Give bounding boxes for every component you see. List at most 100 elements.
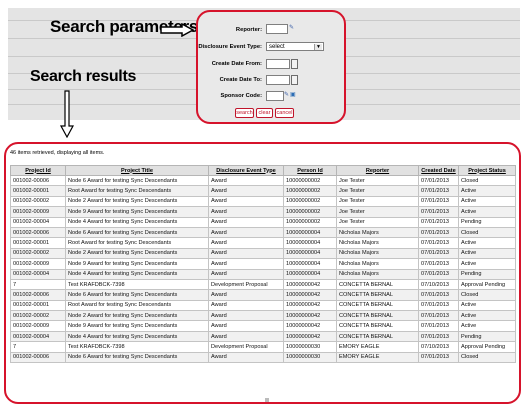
col-event-type-cell: Award [208,226,284,239]
col-event-type-header[interactable]: Disclosure Event Type [208,165,284,176]
table-row[interactable]: 7 Test KRAFDBCK-7398 Development Proposal 1… [10,341,516,353]
col-project-id-cell: 001002-00002 [10,195,66,208]
col-event-type-cell: Development Proposal [208,341,284,353]
col-created-date-header[interactable]: Created Date [418,165,459,176]
col-project-status-cell: Approval Pending [458,278,516,291]
event-type-select[interactable]: select ▼ [266,42,324,51]
col-person-id-cell: 10000000042 [283,299,337,312]
cancel-button[interactable]: cancel [275,108,294,118]
col-reporter-header[interactable]: Reporter [336,165,419,176]
col-reporter-cell: Joe Tester [336,206,419,218]
col-reporter-cell: Joe Tester [336,185,419,197]
col-project-id-cell: 001002-00009 [10,206,66,218]
col-reporter-cell: Joe Tester [336,216,419,228]
table-row[interactable]: 001002-00009 Node 9 Award for testing Syn… [10,258,516,270]
col-project-id-cell: 001002-00006 [10,289,66,301]
col-project-id-cell: 001002-00001 [10,237,66,249]
table-row[interactable]: 001002-00006 Node 6 Award for testing Syn… [10,174,516,187]
table-row[interactable]: 001002-00004 Node 4 Award for testing Syn… [10,268,516,280]
col-event-type-cell: Award [208,268,284,280]
table-row[interactable]: 001002-00002 Node 2 Award for testing Syn… [10,247,516,260]
lookup-icon[interactable]: ✎ [289,25,294,31]
table-row[interactable]: 001002-00001 Root Award for testing Sync … [10,185,516,197]
table-body: 001002-00006 Node 6 Award for testing Syn… [10,174,516,364]
table-row[interactable]: 001002-00006 Node 6 Award for testing Syn… [10,351,516,364]
col-project-status-cell: Pending [458,216,516,228]
table-row[interactable]: 001002-00001 Root Award for testing Sync … [10,237,516,249]
col-project-title-cell: Node 2 Award for testing Sync Descendant… [65,310,209,322]
clear-button[interactable]: clear [256,108,273,118]
col-project-title-cell: Node 2 Award for testing Sync Descendant… [65,247,209,260]
col-reporter-cell: Nicholas Majors [336,237,419,249]
table-row[interactable]: 001002-00006 Node 6 Award for testing Syn… [10,226,516,239]
col-reporter-cell: Nicholas Majors [336,258,419,270]
col-project-status-cell: Active [458,195,516,208]
col-project-status-cell: Active [458,258,516,270]
sponsor-code-input[interactable] [266,91,284,101]
col-created-date-cell: 07/01/2013 [418,299,459,312]
table-row[interactable]: 001002-00009 Node 9 Award for testing Syn… [10,206,516,218]
table-row[interactable]: 001002-00006 Node 6 Award for testing Syn… [10,289,516,301]
col-created-date-cell: 07/01/2013 [418,237,459,249]
col-person-id-cell: 10000000042 [283,310,337,322]
table-header-row: Project Id Project Title Disclosure Event … [10,165,516,176]
col-reporter-cell: CONCETTA BERNAL [336,330,419,343]
col-project-title-cell: Node 9 Award for testing Sync Descendant… [65,206,209,218]
table-row[interactable]: 001002-00002 Node 2 Award for testing Syn… [10,195,516,208]
calendar-icon[interactable] [291,59,298,69]
col-created-date-cell: 07/01/2013 [418,174,459,187]
search-button[interactable]: search [235,108,254,118]
col-project-status-cell: Active [458,310,516,322]
col-project-status-cell: Approval Pending [458,341,516,353]
col-project-id-cell: 001002-00004 [10,330,66,343]
direct-inquiry-icon[interactable]: ▣ [290,92,296,98]
col-project-status-cell: Closed [458,226,516,239]
col-project-title-cell: Node 6 Award for testing Sync Descendant… [65,174,209,187]
col-project-title-cell: Test KRAFDBCK-7398 [65,341,209,353]
col-project-id-header[interactable]: Project Id [10,165,66,176]
reporter-label: Reporter: [235,27,262,33]
create-date-from-label: Create Date From: [211,61,262,67]
calendar-icon[interactable] [291,75,298,85]
create-date-to-label: Create Date To: [219,77,262,83]
chevron-down-icon: ▼ [314,44,322,50]
reporter-input[interactable] [266,24,288,34]
col-person-id-cell: 10000000042 [283,320,337,332]
table-row[interactable]: 7 Test KRAFDBCK-7398 Development Proposal 1… [10,278,516,291]
results-count: 46 items retrieved, displaying all items… [10,150,105,156]
col-project-title-cell: Root Award for testing Sync Descendants [65,237,209,249]
col-reporter-cell: CONCETTA BERNAL [336,310,419,322]
col-reporter-cell: Joe Tester [336,174,419,187]
col-project-status-cell: Active [458,206,516,218]
col-project-title-cell: Node 6 Award for testing Sync Descendant… [65,289,209,301]
table-row[interactable]: 001002-00001 Root Award for testing Sync … [10,299,516,312]
col-person-id-cell: 10000000004 [283,258,337,270]
col-event-type-cell: Award [208,320,284,332]
col-project-id-cell: 001002-00002 [10,247,66,260]
col-project-id-cell: 7 [10,341,66,353]
scrollbar-stub[interactable] [265,398,269,402]
col-person-id-cell: 10000000030 [283,351,337,364]
col-project-id-cell: 001002-00004 [10,216,66,228]
table-row[interactable]: 001002-00004 Node 4 Award for testing Syn… [10,216,516,228]
col-project-status-cell: Closed [458,289,516,301]
col-created-date-cell: 07/01/2013 [418,258,459,270]
col-project-title-cell: Node 2 Award for testing Sync Descendant… [65,195,209,208]
create-date-to-input[interactable] [266,75,290,85]
col-project-title-cell: Root Award for testing Sync Descendants [65,185,209,197]
col-person-id-header[interactable]: Person Id [283,165,337,176]
col-project-status-cell: Pending [458,330,516,343]
table-row[interactable]: 001002-00002 Node 2 Award for testing Syn… [10,310,516,322]
table-row[interactable]: 001002-00004 Node 4 Award for testing Syn… [10,330,516,343]
col-project-status-header[interactable]: Project Status [458,165,516,176]
col-project-title-cell: Node 6 Award for testing Sync Descendant… [65,226,209,239]
col-person-id-cell: 10000000002 [283,185,337,197]
col-project-title-header[interactable]: Project Title [65,165,209,176]
col-created-date-cell: 07/10/2013 [418,341,459,353]
lookup-icon[interactable]: ✎ [284,92,289,98]
create-date-from-input[interactable] [266,59,290,69]
table-row[interactable]: 001002-00009 Node 9 Award for testing Syn… [10,320,516,332]
col-reporter-cell: CONCETTA BERNAL [336,289,419,301]
col-event-type-cell: Award [208,258,284,270]
col-event-type-cell: Award [208,174,284,187]
